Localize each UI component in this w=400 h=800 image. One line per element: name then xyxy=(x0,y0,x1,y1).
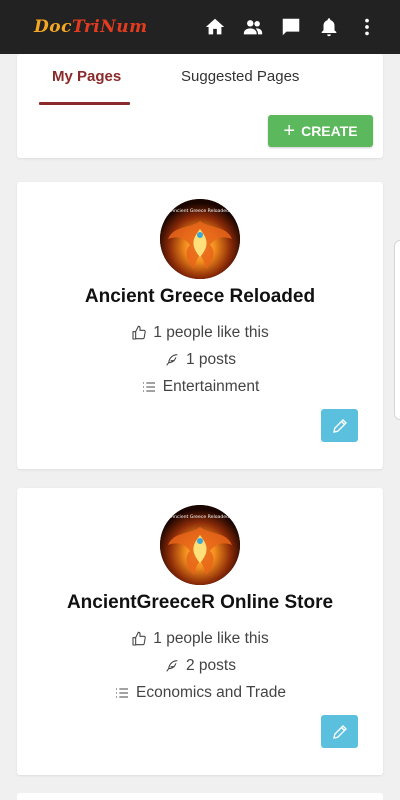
thumbs-up-icon xyxy=(132,325,147,340)
posts-row: 1 posts xyxy=(17,351,383,369)
create-button[interactable]: + CREATE xyxy=(268,115,373,147)
create-button-label: CREATE xyxy=(301,123,358,139)
active-tab-indicator xyxy=(39,102,130,105)
thumbs-up-icon xyxy=(132,631,147,646)
page-name[interactable]: Ancient Greece Reloaded xyxy=(17,286,383,308)
feather-icon xyxy=(166,354,178,366)
logo-part-doc: Doc xyxy=(34,17,72,37)
page-card: Ancient Greece Reloaded Ancient Greece R… xyxy=(17,182,383,469)
svg-text:Ancient Greece Reloaded: Ancient Greece Reloaded xyxy=(171,208,229,214)
logo-part-trinum: TriNum xyxy=(71,17,148,37)
plus-icon: + xyxy=(283,120,296,142)
page-card: Ancient Greece Reloaded AncientGreeceR O… xyxy=(17,488,383,775)
posts-text: 2 posts xyxy=(186,657,236,674)
likes-row: 1 people like this xyxy=(17,630,383,648)
app-logo[interactable]: DocTriNum xyxy=(34,17,148,37)
list-icon xyxy=(116,688,129,698)
tab-suggested-pages[interactable]: Suggested Pages xyxy=(181,68,299,90)
posts-row: 2 posts xyxy=(17,657,383,675)
bell-icon[interactable] xyxy=(310,8,348,46)
category-row: Entertainment xyxy=(17,378,383,396)
likes-text: 1 people like this xyxy=(153,630,269,647)
scrollbar-handle[interactable] xyxy=(394,240,400,420)
edit-button[interactable] xyxy=(321,409,358,442)
category-row: Economics and Trade xyxy=(17,684,383,702)
page-avatar[interactable]: Ancient Greece Reloaded xyxy=(160,199,240,279)
likes-row: 1 people like this xyxy=(17,324,383,342)
top-app-bar: DocTriNum xyxy=(0,0,400,54)
next-page-card xyxy=(17,793,383,800)
pencil-icon xyxy=(332,724,347,739)
page-name[interactable]: AncientGreeceR Online Store xyxy=(17,592,383,614)
tabs-card: My Pages Suggested Pages + CREATE xyxy=(17,54,383,158)
svg-text:Ancient Greece Reloaded: Ancient Greece Reloaded xyxy=(171,514,229,520)
people-icon[interactable] xyxy=(234,8,272,46)
list-icon xyxy=(142,382,155,392)
more-vert-icon[interactable] xyxy=(348,8,386,46)
pencil-icon xyxy=(332,418,347,433)
page-avatar[interactable]: Ancient Greece Reloaded xyxy=(160,505,240,585)
chat-icon[interactable] xyxy=(272,8,310,46)
likes-text: 1 people like this xyxy=(153,324,269,341)
feather-icon xyxy=(166,660,178,672)
category-text: Entertainment xyxy=(162,378,260,395)
top-icons xyxy=(196,8,386,46)
category-text: Economics and Trade xyxy=(136,684,286,701)
tab-my-pages[interactable]: My Pages xyxy=(52,68,121,90)
posts-text: 1 posts xyxy=(186,351,236,368)
home-icon[interactable] xyxy=(196,8,234,46)
edit-button[interactable] xyxy=(321,715,358,748)
